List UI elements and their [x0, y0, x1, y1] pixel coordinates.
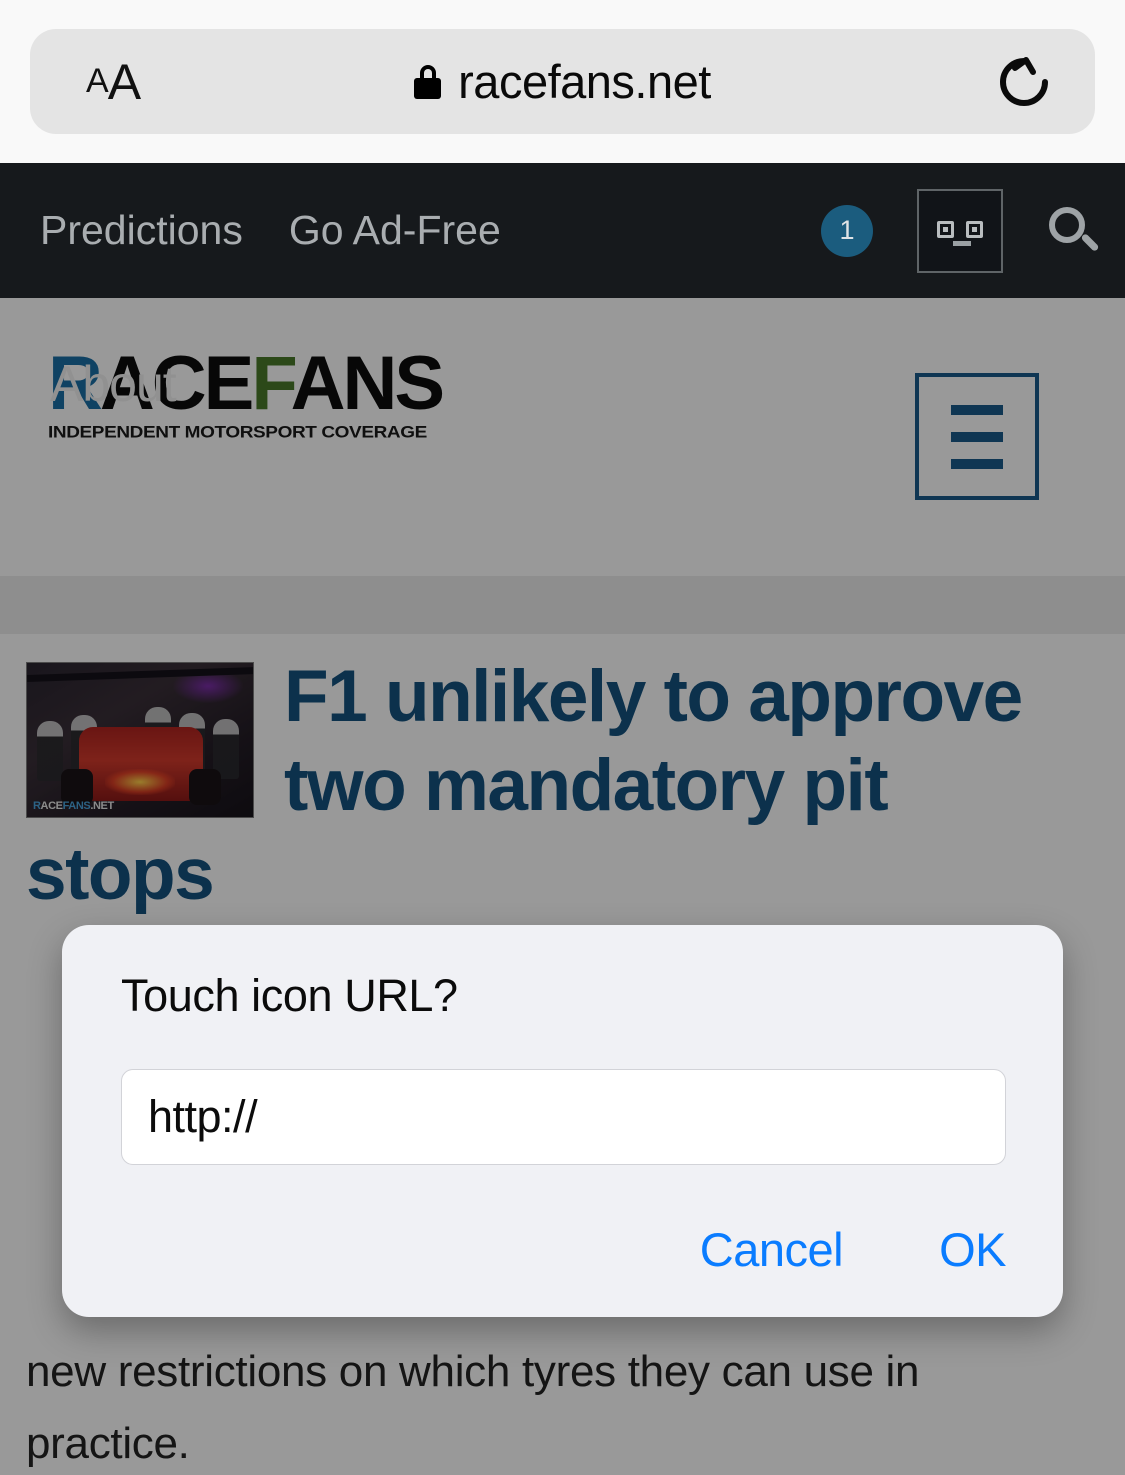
notification-badge[interactable]: 1 [821, 204, 873, 257]
site-top-navigation: Predictions Go Ad-Free 1 [0, 163, 1125, 298]
url-display[interactable]: racefans.net [30, 29, 1095, 134]
touch-icon-url-input[interactable]: http:// [121, 1069, 1006, 1165]
avatar-eye-left-icon [937, 220, 954, 238]
avatar-eye-right-icon [966, 220, 983, 238]
nav-link-predictions[interactable]: Predictions [40, 207, 243, 254]
topnav-right-group: 1 [821, 163, 1100, 298]
nav-link-go-ad-free[interactable]: Go Ad-Free [289, 207, 501, 254]
avatar[interactable] [917, 188, 1003, 273]
browser-toolbar: AA racefans.net [0, 0, 1125, 163]
cancel-button[interactable]: Cancel [700, 1222, 844, 1277]
url-text: racefans.net [458, 55, 711, 108]
search-icon[interactable] [1047, 205, 1100, 257]
url-bar[interactable]: AA racefans.net [30, 29, 1095, 134]
touch-icon-url-dialog: Touch icon URL? http:// Cancel OK [62, 925, 1063, 1317]
dialog-actions: Cancel OK [700, 1222, 1007, 1277]
screen-root: AA racefans.net Predictions Go Ad-Free 1… [0, 0, 1125, 1475]
topnav-links: Predictions Go Ad-Free [40, 163, 501, 298]
ok-button[interactable]: OK [939, 1222, 1006, 1277]
reload-icon [1000, 56, 1048, 106]
input-value: http:// [148, 1091, 258, 1142]
dialog-title: Touch icon URL? [121, 970, 458, 1021]
avatar-mouth-icon [953, 240, 971, 246]
lock-icon [414, 64, 442, 99]
reload-button[interactable] [979, 29, 1069, 134]
